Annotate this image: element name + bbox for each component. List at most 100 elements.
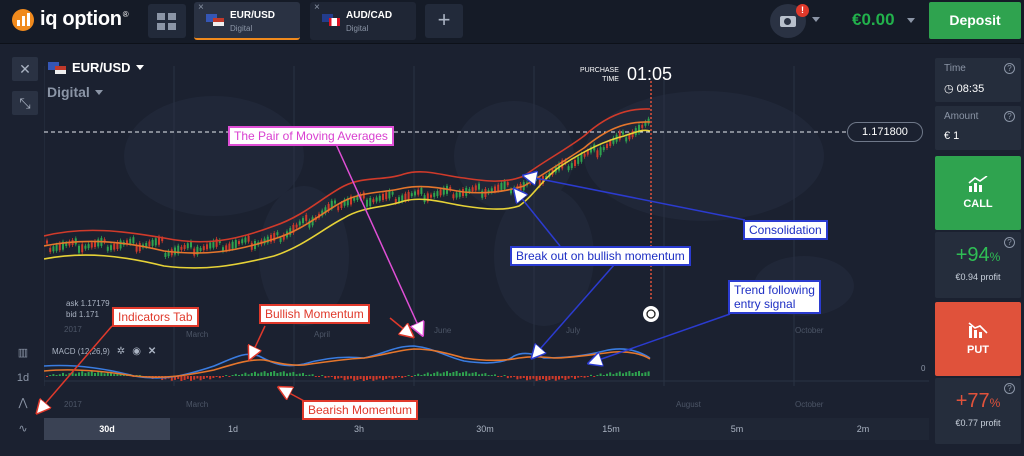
timeframe-3h[interactable]: 3h <box>296 418 422 440</box>
call-button[interactable]: CALL <box>935 156 1021 230</box>
put-percent: +77% <box>955 390 1001 412</box>
histogram-bar <box>113 374 116 376</box>
trend-down-icon <box>968 322 988 338</box>
candle-body <box>436 191 439 197</box>
period-button[interactable]: 1d <box>11 367 35 389</box>
month-label: August <box>676 400 701 409</box>
close-tab-icon[interactable]: × <box>314 2 320 13</box>
histogram-bar <box>554 376 557 381</box>
histogram-bar <box>612 374 615 376</box>
histogram-bar <box>449 373 452 376</box>
month-label: June <box>434 326 452 335</box>
call-profit-text: €0.94 profit <box>955 272 1001 282</box>
histogram-bar <box>503 375 506 376</box>
histogram-bar <box>455 371 458 376</box>
histogram-bar <box>305 375 308 376</box>
timeframe-30d[interactable]: 30d <box>44 418 170 440</box>
candle-body <box>500 182 503 190</box>
histogram-bar <box>526 376 528 381</box>
trend-up-icon <box>968 176 988 192</box>
asset-tab-eurusd[interactable]: × EUR/USD Digital <box>194 2 300 40</box>
histogram-bar <box>442 372 445 376</box>
indicators-icon[interactable]: ∿ <box>11 418 35 440</box>
help-icon[interactable]: ? <box>1004 111 1015 122</box>
deposit-button[interactable]: Deposit <box>929 2 1021 39</box>
timeframe-bar: 30d 1d 3h 30m 15m 5m 2m <box>44 418 929 440</box>
histogram-bar <box>74 373 77 376</box>
close-icon[interactable]: ✕ <box>148 346 156 357</box>
candle-body <box>494 186 496 192</box>
call-percent: +94% <box>955 244 1001 266</box>
timeframe-15m[interactable]: 15m <box>548 418 674 440</box>
histogram-bar <box>276 373 279 376</box>
candle-body <box>503 181 506 190</box>
time-selector[interactable]: Time ? ◷ 08:35 <box>935 58 1021 102</box>
balance[interactable]: €0.00 <box>852 10 895 30</box>
histogram-bar <box>199 376 202 381</box>
histogram-bar <box>68 373 71 376</box>
stopwatch-icon[interactable] <box>643 306 659 322</box>
option-type-selector[interactable]: Digital <box>47 84 103 100</box>
candle-body <box>154 238 157 246</box>
histogram-bar <box>247 374 250 376</box>
timeframe-5m[interactable]: 5m <box>674 418 800 440</box>
chevron-down-icon[interactable] <box>907 18 915 23</box>
histogram-bar <box>55 375 58 376</box>
histogram-bar <box>615 372 618 376</box>
candle-body <box>574 160 576 166</box>
histogram-bar <box>215 376 218 377</box>
candle-body <box>414 191 416 196</box>
pair-selector[interactable]: EUR/USD <box>48 60 144 75</box>
timeframe-1d[interactable]: 1d <box>170 418 296 440</box>
histogram-bar <box>529 376 532 380</box>
histogram-bar <box>350 376 352 379</box>
eye-icon[interactable]: ◉ <box>132 346 141 357</box>
histogram-bar <box>190 376 192 381</box>
histogram-bar <box>538 376 541 380</box>
histogram-bar <box>564 376 567 381</box>
close-tab-icon[interactable]: × <box>198 2 204 13</box>
add-asset-button[interactable]: + <box>425 4 463 38</box>
histogram-bar <box>580 376 583 377</box>
candle-body <box>455 192 458 198</box>
candle-body <box>567 166 570 171</box>
amount-input[interactable]: Amount ? € 1 <box>935 106 1021 150</box>
chevron-down-icon[interactable] <box>812 17 820 22</box>
chart-type-icon[interactable]: ▥ <box>11 342 35 364</box>
candle-body <box>84 245 87 249</box>
asset-grid-button[interactable] <box>148 4 186 38</box>
close-chart-button[interactable]: ✕ <box>12 57 38 81</box>
clock-icon: ◷ <box>944 83 954 95</box>
timeframe-30m[interactable]: 30m <box>422 418 548 440</box>
candle-body <box>398 197 400 203</box>
candle-body <box>132 237 135 244</box>
candle-body <box>369 197 372 206</box>
histogram-bar <box>628 371 631 376</box>
timeframe-2m[interactable]: 2m <box>800 418 926 440</box>
ask-bid: ask 1.17179 bid 1.171 <box>66 298 110 320</box>
eu-us-flag-icon <box>48 61 66 74</box>
histogram-bar <box>513 376 516 377</box>
help-icon[interactable]: ? <box>1004 63 1015 74</box>
histogram-bar <box>478 374 480 376</box>
histogram-bar <box>65 374 68 376</box>
time-label: Time <box>944 63 966 74</box>
purchase-time: 01:05 <box>627 64 673 84</box>
gear-icon[interactable]: ✲ <box>117 346 125 357</box>
camera-button[interactable]: ! <box>770 4 809 38</box>
histogram-bar <box>641 373 644 376</box>
drawing-tool-icon[interactable]: ⋀ <box>11 392 35 414</box>
histogram-bar <box>202 376 205 379</box>
registered-mark: ® <box>122 10 129 19</box>
candle-body <box>202 246 205 251</box>
candle-body <box>209 242 212 249</box>
asset-tab-audcad[interactable]: × AUD/CAD Digital <box>310 2 416 40</box>
put-button[interactable]: PUT <box>935 302 1021 376</box>
shrink-chart-button[interactable]: ⤡ <box>12 91 38 115</box>
candle-body <box>452 194 455 199</box>
histogram-bar <box>340 376 343 378</box>
histogram-bar <box>282 371 285 376</box>
candle-body <box>334 200 336 204</box>
histogram-bar <box>263 371 266 376</box>
candle-body <box>174 247 176 255</box>
